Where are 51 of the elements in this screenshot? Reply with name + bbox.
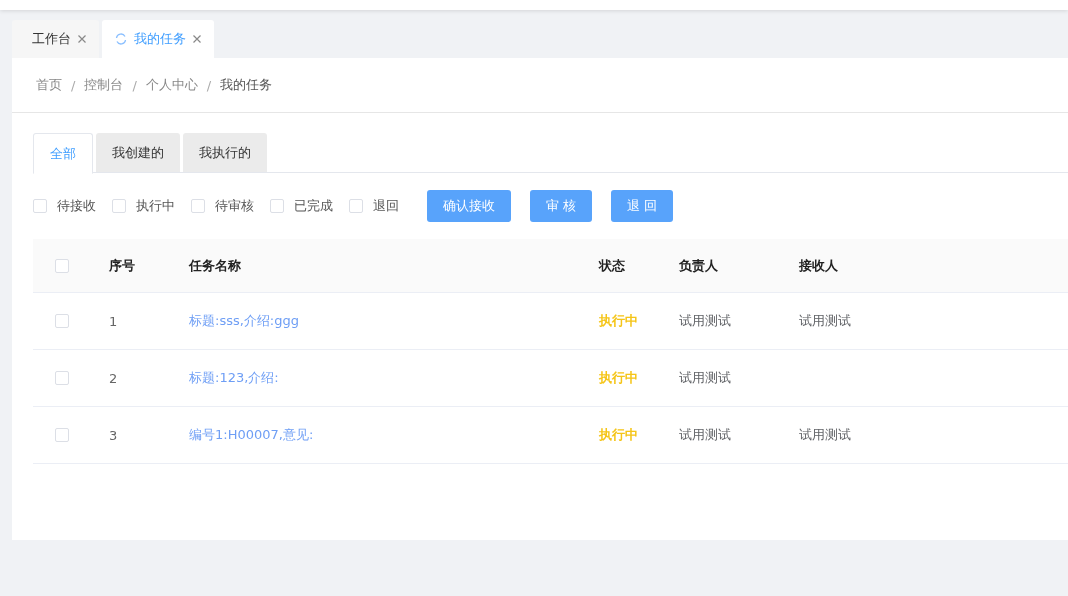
column-header: 负责人 <box>679 257 718 273</box>
table-cell: 试用测试 <box>799 313 851 328</box>
select-all-checkbox[interactable] <box>55 258 69 273</box>
page-tab[interactable]: 工作台 <box>12 20 99 58</box>
tab[interactable]: 我创建的 <box>96 133 180 172</box>
action-button[interactable]: 审 核 <box>530 190 593 222</box>
task-link[interactable]: 标题:sss,介绍:ggg <box>189 313 299 328</box>
column-header: 任务名称 <box>189 257 241 273</box>
breadcrumb-item[interactable]: 首页 <box>36 76 62 94</box>
column-header: 状态 <box>599 257 625 273</box>
table-cell: 2 <box>109 370 118 386</box>
row-checkbox[interactable] <box>55 428 69 442</box>
action-button[interactable]: 退 回 <box>611 190 674 222</box>
status-text: 执行中 <box>599 370 638 385</box>
table-cell: 试用测试 <box>799 427 851 442</box>
checkbox-label[interactable]: 待接收 <box>57 197 96 215</box>
breadcrumb-separator: / <box>206 77 212 93</box>
status-text: 执行中 <box>599 313 638 328</box>
tab[interactable]: 全部 <box>33 133 93 174</box>
tab[interactable]: 我执行的 <box>183 133 267 172</box>
row-checkbox[interactable] <box>55 314 69 328</box>
checkbox-label[interactable]: 退回 <box>373 197 399 215</box>
close-icon[interactable] <box>192 34 202 44</box>
checkbox[interactable] <box>349 199 363 213</box>
refresh-icon <box>114 32 128 46</box>
breadcrumb-item[interactable]: 个人中心 <box>145 76 198 94</box>
table-cell: 试用测试 <box>679 427 731 442</box>
column-header: 接收人 <box>799 257 838 273</box>
table-cell: 试用测试 <box>679 370 731 385</box>
status-text: 执行中 <box>599 427 638 442</box>
checkbox-label[interactable]: 执行中 <box>136 197 175 215</box>
task-link[interactable]: 编号1:H00007,意见: <box>189 427 314 442</box>
column-header: 序号 <box>109 257 135 273</box>
breadcrumb-separator: / <box>71 77 76 93</box>
breadcrumb-item: 我的任务 <box>220 76 273 94</box>
table-cell: 3 <box>109 427 118 443</box>
breadcrumb-separator: / <box>132 77 137 93</box>
close-icon[interactable] <box>77 34 87 44</box>
page-tab[interactable]: 我的任务 <box>102 20 214 58</box>
checkbox[interactable] <box>191 199 205 213</box>
table-cell: 试用测试 <box>679 313 731 328</box>
checkbox-label[interactable]: 待审核 <box>215 197 254 215</box>
checkbox[interactable] <box>112 199 126 213</box>
checkbox[interactable] <box>270 199 284 213</box>
action-button[interactable]: 确认接收 <box>427 190 511 222</box>
checkbox-label[interactable]: 已完成 <box>294 197 333 215</box>
task-link[interactable]: 标题:123,介绍: <box>189 370 279 385</box>
table-cell: 1 <box>109 313 118 329</box>
breadcrumb-item[interactable]: 控制台 <box>84 76 124 94</box>
row-checkbox[interactable] <box>55 371 69 385</box>
checkbox[interactable] <box>33 199 47 213</box>
